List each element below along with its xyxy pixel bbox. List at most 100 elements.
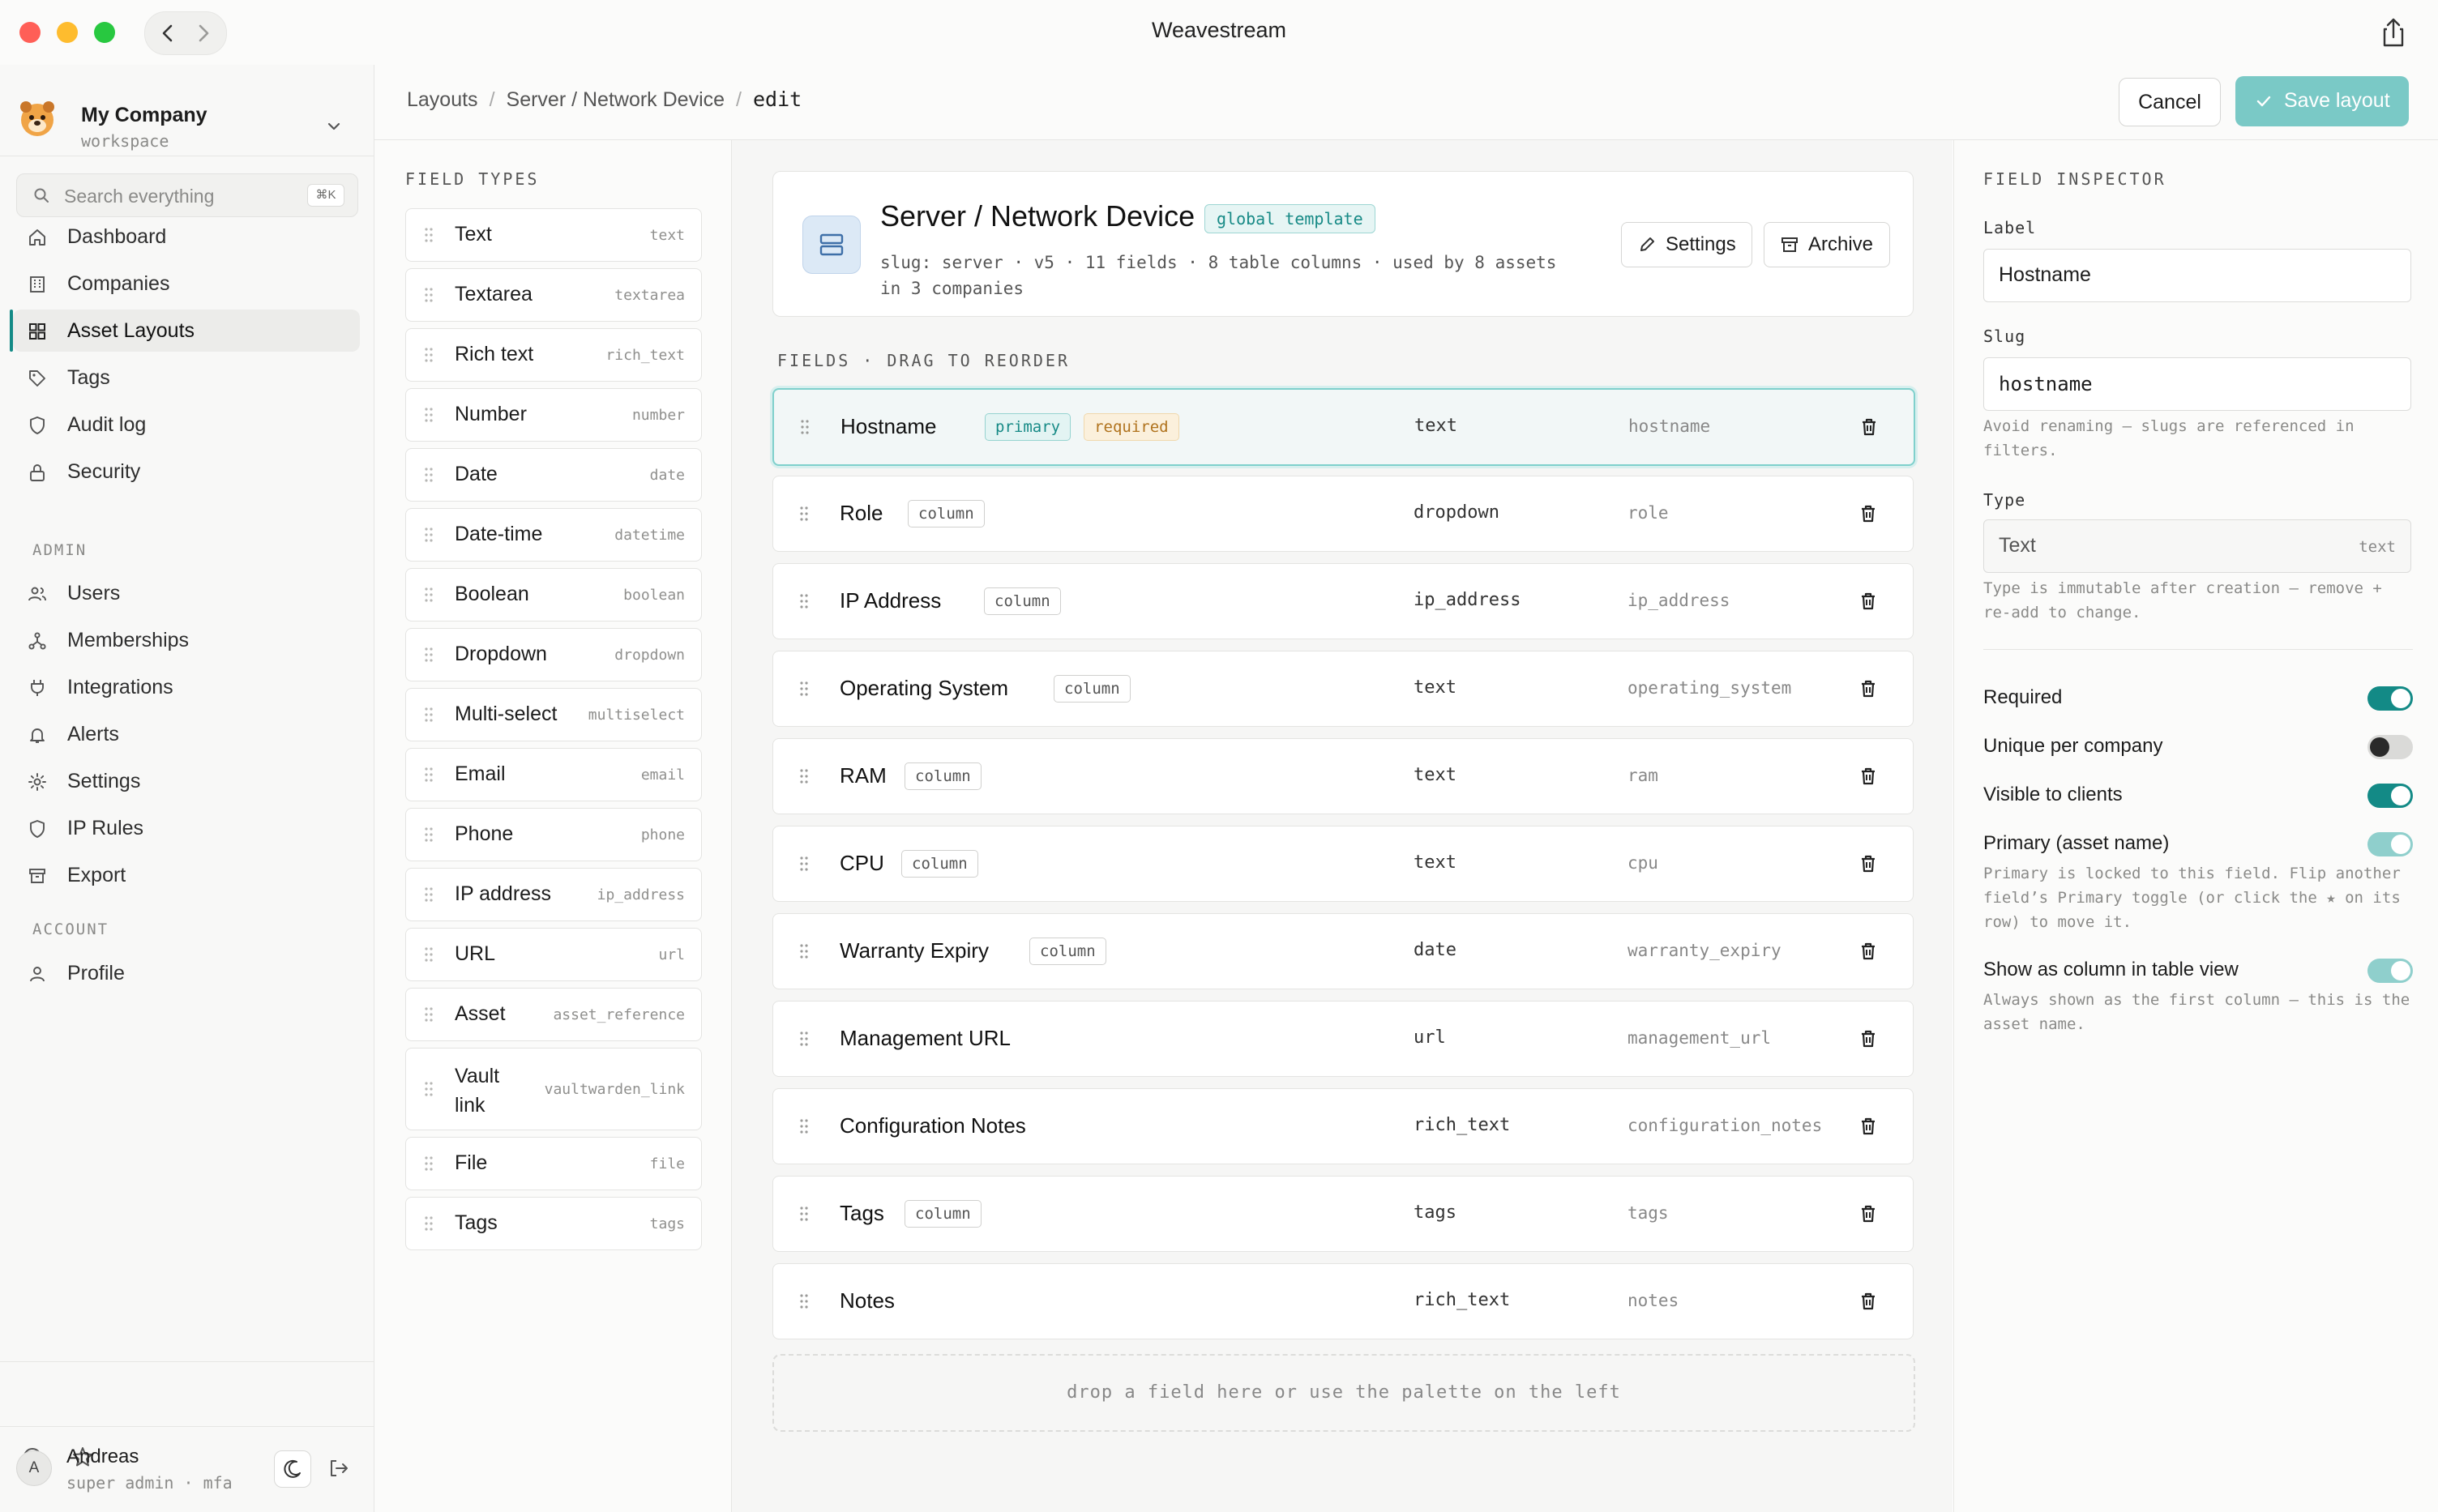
drag-handle-icon[interactable] <box>424 1081 434 1097</box>
drag-handle-icon[interactable] <box>424 707 434 723</box>
drag-handle-icon[interactable] <box>799 506 809 522</box>
required-toggle[interactable] <box>2367 686 2413 711</box>
drag-handle-icon[interactable] <box>424 347 434 363</box>
field-row-cpu[interactable]: CPU column text cpu <box>772 826 1914 902</box>
nav-item-asset-layouts[interactable]: Asset Layouts <box>13 310 360 352</box>
drag-handle-icon[interactable] <box>424 826 434 843</box>
field-row-ram[interactable]: RAM column text ram <box>772 738 1914 814</box>
field-type-tags[interactable]: Tags tags <box>405 1197 702 1250</box>
trash-icon[interactable] <box>1859 942 1877 961</box>
trash-icon[interactable] <box>1859 1029 1877 1049</box>
nav-item-users[interactable]: Users <box>13 572 360 614</box>
trash-icon[interactable] <box>1859 767 1877 786</box>
theme-toggle-button[interactable] <box>274 1450 311 1488</box>
field-type-number[interactable]: Number number <box>405 388 702 442</box>
save-layout-button[interactable]: Save layout <box>2235 76 2409 126</box>
drag-handle-icon[interactable] <box>424 1215 434 1232</box>
logout-icon[interactable] <box>327 1457 350 1480</box>
field-row-operating-system[interactable]: Operating System column text operating_syst… <box>772 651 1914 727</box>
drag-handle-icon[interactable] <box>799 1118 809 1134</box>
avatar[interactable]: A <box>16 1450 52 1486</box>
drag-handle-icon[interactable] <box>799 1293 809 1309</box>
field-row-hostname[interactable]: Hostname primary required text hostname <box>772 388 1915 466</box>
field-row-notes[interactable]: Notes rich_text notes <box>772 1263 1914 1339</box>
nav-item-tags[interactable]: Tags <box>13 357 360 399</box>
drag-handle-icon[interactable] <box>424 946 434 963</box>
drag-handle-icon[interactable] <box>799 856 809 872</box>
nav-item-export[interactable]: Export <box>13 854 360 896</box>
field-type-email[interactable]: Email email <box>405 748 702 801</box>
drag-handle-icon[interactable] <box>424 527 434 543</box>
field-type-ip-address[interactable]: IP address ip_address <box>405 868 702 921</box>
trash-icon[interactable] <box>1859 1204 1877 1224</box>
field-row-warranty-expiry[interactable]: Warranty Expiry column date warranty_expiry <box>772 913 1914 989</box>
settings-button[interactable]: Settings <box>1621 222 1752 267</box>
field-type-url[interactable]: URL url <box>405 928 702 981</box>
drag-handle-icon[interactable] <box>424 767 434 783</box>
drag-handle-icon[interactable] <box>424 227 434 243</box>
nav-item-companies[interactable]: Companies <box>13 263 360 305</box>
field-row-ip-address[interactable]: IP Address column ip_address ip_address <box>772 563 1914 639</box>
nav-item-audit-log[interactable]: Audit log <box>13 404 360 446</box>
drag-handle-icon[interactable] <box>799 593 809 609</box>
nav-item-memberships[interactable]: Memberships <box>13 619 360 661</box>
visible-to-clients-toggle[interactable] <box>2367 784 2413 808</box>
archive-button[interactable]: Archive <box>1764 222 1890 267</box>
share-icon[interactable] <box>2372 15 2415 50</box>
field-type-asset-reference[interactable]: Asset asset_reference <box>405 988 702 1041</box>
field-type-dropdown[interactable]: Dropdown dropdown <box>405 628 702 681</box>
field-type-text[interactable]: Text text <box>405 208 702 262</box>
drag-handle-icon[interactable] <box>424 1006 434 1023</box>
field-type-boolean[interactable]: Boolean boolean <box>405 568 702 621</box>
drag-handle-icon[interactable] <box>799 1206 809 1222</box>
field-type-multiselect[interactable]: Multi-select multiselect <box>405 688 702 741</box>
field-row-management-url[interactable]: Management URL url management_url <box>772 1001 1914 1077</box>
field-type-rich-text[interactable]: Rich text rich_text <box>405 328 702 382</box>
drag-handle-icon[interactable] <box>799 1031 809 1047</box>
field-type-phone[interactable]: Phone phone <box>405 808 702 861</box>
nav-item-dashboard[interactable]: Dashboard <box>13 216 360 258</box>
search-input[interactable]: Search everything ⌘K <box>16 173 358 217</box>
trash-icon[interactable] <box>1859 1117 1877 1136</box>
slug-input[interactable]: hostname <box>1983 357 2411 411</box>
breadcrumb-layout[interactable]: Server / Network Device <box>507 88 725 111</box>
trash-icon[interactable] <box>1859 854 1877 873</box>
nav-item-alerts[interactable]: Alerts <box>13 713 360 755</box>
workspace-switcher[interactable]: My Company workspace <box>16 84 357 159</box>
field-row-configuration-notes[interactable]: Configuration Notes rich_text configuratio… <box>772 1088 1914 1164</box>
field-type-vaultwarden-link[interactable]: Vault link vaultwarden_link <box>405 1048 702 1130</box>
field-row-tags[interactable]: Tags column tags tags <box>772 1176 1914 1252</box>
trash-icon[interactable] <box>1859 1292 1877 1311</box>
field-type-datetime[interactable]: Date-time datetime <box>405 508 702 562</box>
drag-handle-icon[interactable] <box>424 1155 434 1172</box>
nav-item-profile[interactable]: Profile <box>13 952 360 994</box>
trash-icon[interactable] <box>1860 417 1878 437</box>
label-input[interactable]: Hostname <box>1983 249 2411 302</box>
drag-handle-icon[interactable] <box>424 407 434 423</box>
drag-handle-icon[interactable] <box>424 886 434 903</box>
nav-item-ip-rules[interactable]: IP Rules <box>13 807 360 849</box>
nav-item-integrations[interactable]: Integrations <box>13 666 360 708</box>
cancel-button[interactable]: Cancel <box>2119 78 2221 126</box>
field-type-date[interactable]: Date date <box>405 448 702 502</box>
drag-handle-icon[interactable] <box>424 587 434 603</box>
breadcrumb-layouts[interactable]: Layouts <box>407 88 478 111</box>
drag-handle-icon[interactable] <box>799 768 809 784</box>
unique-per-company-toggle[interactable] <box>2367 735 2413 759</box>
nav-item-settings[interactable]: Settings <box>13 760 360 802</box>
field-type-file[interactable]: File file <box>405 1137 702 1190</box>
field-dropzone[interactable]: drop a field here or use the palette on … <box>772 1354 1915 1432</box>
trash-icon[interactable] <box>1859 592 1877 611</box>
field-type-textarea[interactable]: Textarea textarea <box>405 268 702 322</box>
drag-handle-icon[interactable] <box>424 647 434 663</box>
field-row-role[interactable]: Role column dropdown role <box>772 476 1914 552</box>
nav-item-security[interactable]: Security <box>13 451 360 493</box>
drag-handle-icon[interactable] <box>799 681 809 697</box>
drag-handle-icon[interactable] <box>800 419 810 435</box>
drag-handle-icon[interactable] <box>799 943 809 959</box>
drag-handle-icon[interactable] <box>424 467 434 483</box>
trash-icon[interactable] <box>1859 679 1877 698</box>
chevron-down-icon[interactable] <box>324 117 344 136</box>
trash-icon[interactable] <box>1859 504 1877 523</box>
drag-handle-icon[interactable] <box>424 287 434 303</box>
